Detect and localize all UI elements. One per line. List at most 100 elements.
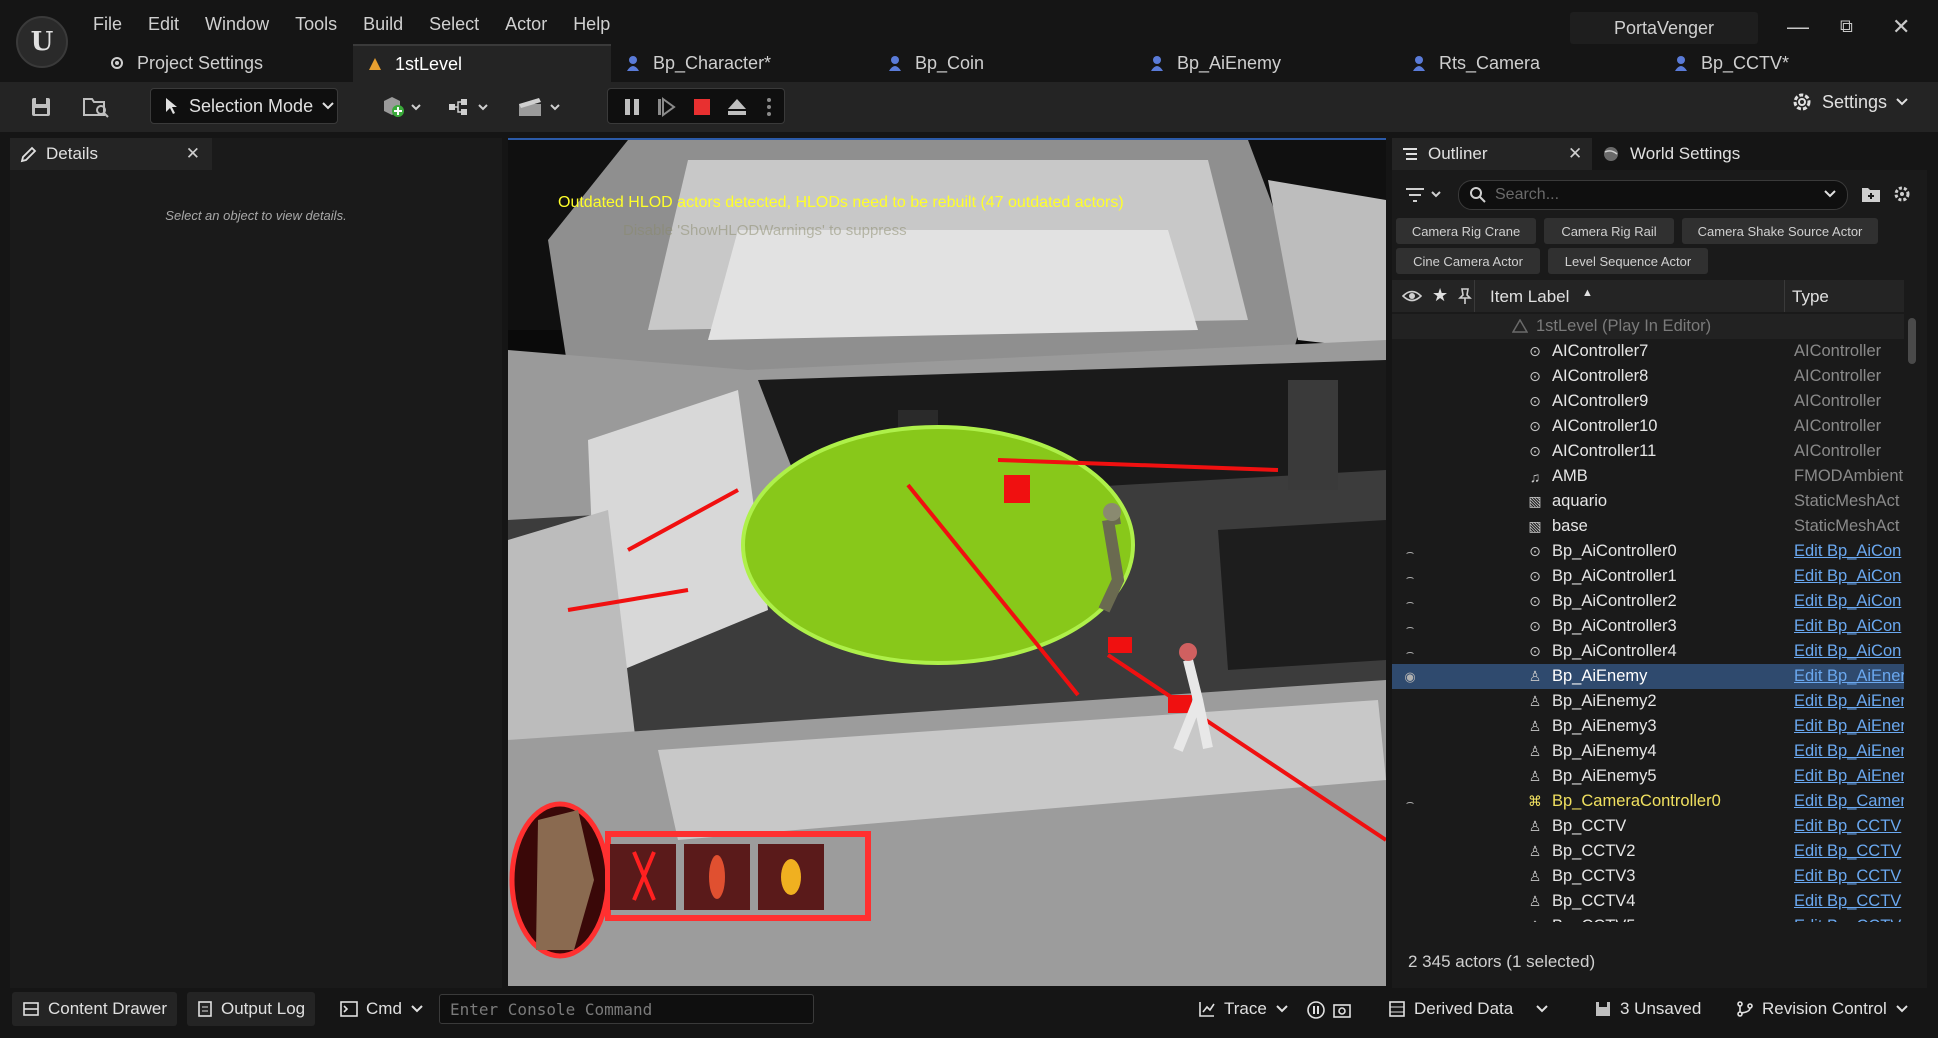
add-folder-icon[interactable] [1860,184,1882,204]
visibility-icon[interactable]: ⌢ [1400,544,1420,560]
outliner-row[interactable]: ♙ Bp_CCTV4 Edit Bp_CCTV [1392,889,1904,914]
column-type[interactable]: Type [1792,287,1829,307]
step-icon[interactable] [656,97,676,117]
cinematics-icon[interactable] [514,90,566,124]
outliner-row[interactable]: ♙ Bp_CCTV3 Edit Bp_CCTV [1392,864,1904,889]
add-actor-icon[interactable] [378,90,426,124]
eject-icon[interactable] [726,97,748,117]
filter-chip-level-sequence[interactable]: Level Sequence Actor [1548,248,1708,274]
gear-icon[interactable] [1892,184,1912,204]
outliner-row[interactable]: ♙ Bp_CCTV Edit Bp_CCTV [1392,814,1904,839]
pin-icon[interactable] [1458,287,1472,305]
edit-blueprint-link[interactable]: Edit Bp_AiCon [1794,542,1904,561]
unreal-logo-icon[interactable]: U [16,16,68,68]
selection-mode-dropdown[interactable]: Selection Mode [150,88,338,124]
tab-rts-camera[interactable]: Rts_Camera [1397,44,1659,82]
level-viewport[interactable]: Outdated HLOD actors detected, HLODs nee… [508,138,1386,986]
menu-edit[interactable]: Edit [135,10,192,39]
close-icon[interactable]: ✕ [1568,144,1582,164]
filter-dropdown[interactable] [1404,186,1446,209]
edit-blueprint-link[interactable]: Edit Bp_CCTV [1794,817,1904,836]
close-icon[interactable]: ✕ [186,144,200,164]
edit-blueprint-link[interactable]: Edit Bp_AiCon [1794,567,1904,586]
filter-chip-cine-camera[interactable]: Cine Camera Actor [1396,248,1540,274]
trace-dropdown[interactable]: Trace [1188,992,1299,1026]
visibility-icon[interactable] [1402,289,1422,303]
visibility-icon[interactable]: ⌢ [1400,569,1420,585]
edit-blueprint-link[interactable]: Edit Bp_AiEner [1794,667,1904,686]
visibility-icon[interactable]: ⌢ [1400,594,1420,610]
visibility-icon[interactable]: ⌢ [1400,644,1420,660]
screenshot-icon[interactable] [1332,1000,1352,1020]
filter-chip-camera-shake[interactable]: Camera Shake Source Actor [1682,218,1878,244]
search-input[interactable]: Search... [1458,180,1848,210]
star-icon[interactable]: ★ [1432,285,1448,306]
outliner-row[interactable]: ⌢ ⊙ Bp_AiController0 Edit Bp_AiCon [1392,539,1904,564]
menu-select[interactable]: Select [416,10,492,39]
edit-blueprint-link[interactable]: Edit Bp_AiEner [1794,692,1904,711]
menu-build[interactable]: Build [350,10,416,39]
outliner-row[interactable]: ⊙ AIController9 AIController [1392,389,1904,414]
menu-file[interactable]: File [80,10,135,39]
tab-1stlevel[interactable]: 1stLevel [353,44,611,82]
tab-project-settings[interactable]: Project Settings [95,44,353,82]
tab-bp-cctv[interactable]: Bp_CCTV* [1659,44,1859,82]
outliner-row[interactable]: ♙ Bp_AiEnemy5 Edit Bp_AiEner [1392,764,1904,789]
derived-data-dropdown[interactable]: Derived Data [1378,992,1561,1026]
scrollbar-thumb[interactable] [1908,318,1916,364]
outliner-row[interactable]: ⊙ AIController7 AIController [1392,339,1904,364]
edit-blueprint-link[interactable]: Edit Bp_AiCon [1794,617,1904,636]
edit-blueprint-link[interactable]: Edit Bp_CCTV [1794,917,1904,922]
outliner-row[interactable]: ⌢ ⊙ Bp_AiController2 Edit Bp_AiCon [1392,589,1904,614]
edit-blueprint-link[interactable]: Edit Bp_Camer [1794,792,1904,811]
blueprint-menu-icon[interactable] [444,90,494,124]
outliner-row[interactable]: ♙ Bp_AiEnemy4 Edit Bp_AiEner [1392,739,1904,764]
pause-icon[interactable] [622,97,642,117]
unsaved-button[interactable]: 3 Unsaved [1584,992,1711,1026]
edit-blueprint-link[interactable]: Edit Bp_AiCon [1794,592,1904,611]
visibility-icon[interactable]: ◉ [1400,669,1420,685]
menu-actor[interactable]: Actor [492,10,560,39]
outliner-row[interactable]: ♙ Bp_CCTV5 Edit Bp_CCTV [1392,914,1904,922]
edit-blueprint-link[interactable]: Edit Bp_AiCon [1794,642,1904,661]
close-window-icon[interactable]: ✕ [1892,14,1910,40]
outliner-scrollbar[interactable] [1908,314,1916,922]
tab-bp-character[interactable]: Bp_Character* [611,44,873,82]
outliner-row[interactable]: ♫ AMB FMODAmbient [1392,464,1904,489]
edit-blueprint-link[interactable]: Edit Bp_CCTV [1794,892,1904,911]
tab-bp-aienemy[interactable]: Bp_AiEnemy [1135,44,1397,82]
record-icon[interactable] [1306,1000,1326,1020]
settings-button[interactable]: Settings [1790,90,1909,114]
outliner-row[interactable]: ♙ Bp_CCTV2 Edit Bp_CCTV [1392,839,1904,864]
outliner-row[interactable]: ♙ Bp_AiEnemy3 Edit Bp_AiEner [1392,714,1904,739]
outliner-row[interactable]: ⊙ AIController8 AIController [1392,364,1904,389]
filter-chip-camera-rig-rail[interactable]: Camera Rig Rail [1544,218,1674,244]
outliner-row[interactable]: ⊙ AIController11 AIController [1392,439,1904,464]
cmd-dropdown[interactable]: Cmd [330,992,434,1026]
outliner-row[interactable]: ⌢ ⊙ Bp_AiController1 Edit Bp_AiCon [1392,564,1904,589]
outliner-row[interactable]: ◉ ♙ Bp_AiEnemy Edit Bp_AiEner [1392,664,1904,689]
restore-icon[interactable]: ⧉ [1840,16,1853,37]
filter-chip-camera-rig-crane[interactable]: Camera Rig Crane [1396,218,1536,244]
menu-window[interactable]: Window [192,10,282,39]
outliner-row[interactable]: ⌢ ⌘ Bp_CameraController0 Edit Bp_Camer [1392,789,1904,814]
content-drawer-button[interactable]: Content Drawer [12,992,178,1026]
tab-bp-coin[interactable]: Bp_Coin [873,44,1135,82]
outliner-row[interactable]: ♙ Bp_AiEnemy2 Edit Bp_AiEner [1392,689,1904,714]
menu-tools[interactable]: Tools [282,10,350,39]
outliner-row[interactable]: ▧ aquario StaticMeshAct [1392,489,1904,514]
tab-details[interactable]: Details ✕ [10,138,212,170]
minimize-icon[interactable]: — [1787,14,1809,40]
stop-icon[interactable] [692,97,712,117]
revision-control-dropdown[interactable]: Revision Control [1726,992,1919,1026]
outliner-row[interactable]: ⌢ ⊙ Bp_AiController3 Edit Bp_AiCon [1392,614,1904,639]
browse-icon[interactable] [80,90,112,124]
edit-blueprint-link[interactable]: Edit Bp_AiEner [1794,742,1904,761]
outliner-row[interactable]: ▧ base StaticMeshAct [1392,514,1904,539]
visibility-icon[interactable]: ⌢ [1400,619,1420,635]
edit-blueprint-link[interactable]: Edit Bp_CCTV [1794,842,1904,861]
outliner-row[interactable]: ⊙ AIController10 AIController [1392,414,1904,439]
tab-world-settings[interactable]: World Settings [1602,138,1740,170]
output-log-button[interactable]: Output Log [187,992,316,1026]
menu-help[interactable]: Help [560,10,623,39]
